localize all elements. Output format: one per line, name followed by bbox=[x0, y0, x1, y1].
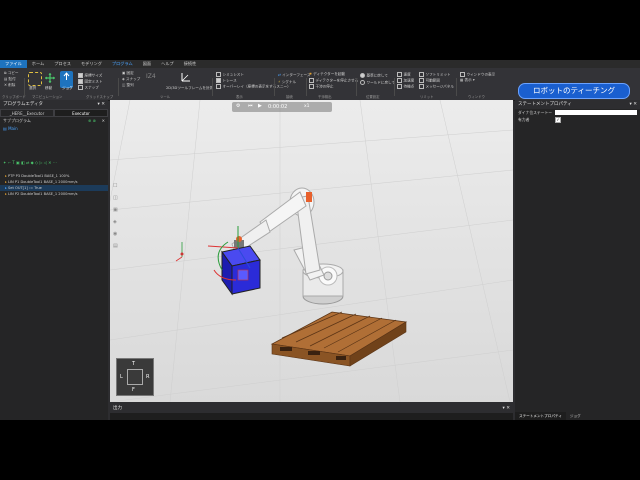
toolbar-icons[interactable]: ✦ ⌐ T ▣ ◧ ⇄ ◆ ◇ ▷ ◁ ✕ ⋯ bbox=[3, 160, 57, 165]
check-accel[interactable]: 加速度 bbox=[397, 78, 414, 84]
display-dropdown[interactable]: ▦ 表示 ▾ bbox=[460, 78, 475, 83]
statement-properties-panel: ステートメントプロパティ ▾ ✕ ダイナ位ステートー 有力者 ✓ ステートメント… bbox=[515, 100, 640, 420]
group-limits: リミット bbox=[420, 95, 434, 99]
group-position: 位置設定 bbox=[366, 95, 380, 99]
ribbon: ⧉ コピー ▤ 貼付 ✕ 削除 クリップボード 選択 移動 ジョグ 座標サイズ … bbox=[0, 68, 640, 101]
menu-help[interactable]: ヘルプ bbox=[156, 60, 179, 68]
right-bottom-tabs: ステートメントプロパティ ジョグ bbox=[515, 412, 585, 420]
playback-time: 0:00:02 bbox=[268, 104, 288, 110]
statement-toolbar: ✦ ⌐ T ▣ ◧ ⇄ ◆ ◇ ▷ ◁ ✕ ⋯ bbox=[0, 159, 108, 167]
group-display: 表示 bbox=[236, 95, 243, 99]
menu-process[interactable]: プロセス bbox=[49, 60, 76, 68]
group-collision: 干渉検出 bbox=[318, 95, 332, 99]
menu-drawing[interactable]: 図面 bbox=[138, 60, 156, 68]
tab-here-executor[interactable]: _HERE__Executor bbox=[0, 109, 54, 117]
menu-connectivity[interactable]: 接続性 bbox=[179, 60, 202, 68]
menu-file[interactable]: ファイル bbox=[0, 60, 27, 68]
rewind-icon[interactable]: ⏮ bbox=[248, 103, 253, 109]
executor-tabs: _HERE__Executor Executor bbox=[0, 109, 108, 117]
playback-speed[interactable]: x1 bbox=[304, 104, 310, 109]
radio-base[interactable]: 基準に戻して bbox=[360, 73, 388, 79]
copy-button[interactable]: ⧉ コピー bbox=[4, 71, 19, 76]
group-gridsnap: グリッドスナップ bbox=[86, 95, 114, 99]
panel-pin-close-icon[interactable]: ▾ ✕ bbox=[98, 100, 105, 109]
delete-button[interactable]: ✕ 削除 bbox=[4, 83, 15, 88]
check-range[interactable]: 可動範囲 bbox=[419, 78, 440, 84]
statement-properties-title: ステートメントプロパティ ▾ ✕ bbox=[515, 100, 640, 109]
group-tools: ツール bbox=[160, 95, 171, 99]
subprogram-bar: サブプログラム ⊕ ⊗ ✕ bbox=[3, 117, 105, 125]
detector-start-button[interactable]: ✸ ディテクターを起動 bbox=[309, 72, 345, 77]
frame-measure-label: 2D/3Dツールフレームを計測 bbox=[166, 86, 214, 90]
subprogram-close-icon[interactable]: ✕ bbox=[102, 117, 105, 125]
application-window: ファイル ホーム プロセス モデリング プログラム 図面 ヘルプ 接続性 ⧉ コ… bbox=[0, 60, 640, 420]
check-detector-stop[interactable]: ディテクターを停止させる bbox=[309, 78, 358, 84]
select-icon[interactable] bbox=[28, 72, 42, 86]
routine-icon: ▤ bbox=[3, 126, 7, 131]
tools-label: IZ4 bbox=[146, 73, 156, 80]
check-softlimit[interactable]: ソフトリミット bbox=[419, 72, 451, 78]
check-coordsize[interactable]: 座標サイズ bbox=[78, 73, 102, 79]
select-label: 選択 bbox=[29, 86, 37, 90]
play-icon[interactable]: ▶ bbox=[258, 103, 262, 109]
check-fixed[interactable]: 固定ミスト bbox=[78, 79, 102, 85]
menu-bar: ファイル ホーム プロセス モデリング プログラム 図面 ヘルプ 接続性 bbox=[0, 60, 640, 68]
check-window-show[interactable]: ウィンドウの表示 bbox=[460, 72, 495, 78]
prop-enabled-checkbox[interactable]: ✓ bbox=[555, 117, 561, 123]
prop-enabled-row: 有力者 ✓ bbox=[518, 117, 561, 123]
move-label: 移動 bbox=[45, 86, 53, 90]
prop-name-row: ダイナ位ステートー bbox=[515, 109, 640, 116]
properties-pin-close-icon[interactable]: ▾ ✕ bbox=[630, 100, 637, 109]
3d-viewport[interactable]: ⚙ ⏮ ▶ 0:00:02 x1 ☐ ◫ ▣ ◈ ◉ ▤ T L R F bbox=[110, 100, 513, 402]
radio-world[interactable]: ワールドに戻して bbox=[360, 80, 395, 86]
menu-program[interactable]: プログラム bbox=[107, 60, 138, 68]
scene-canvas bbox=[110, 100, 513, 402]
check-snap[interactable]: スナップ bbox=[78, 85, 99, 91]
group-connect: 接続 bbox=[286, 95, 293, 99]
add-subprogram-icon[interactable]: ⊕ ⊗ bbox=[88, 117, 96, 125]
output-title: 出力 ▾ ✕ bbox=[110, 404, 513, 413]
align-button[interactable]: ◫ 整列 bbox=[122, 83, 134, 88]
main-routine[interactable]: ▤ Main bbox=[0, 125, 108, 133]
group-window: ウィンドウ bbox=[468, 95, 485, 99]
statement-row[interactable]: ▸ LIN P2 DoubleTool1 BASE_1 2000mm/s bbox=[0, 191, 108, 197]
program-editor-title: プログラムエディタ ▾ ✕ bbox=[0, 100, 108, 109]
check-simulest[interactable]: シミュレスト bbox=[216, 72, 244, 78]
check-trace[interactable]: トレース bbox=[216, 78, 237, 84]
viewport-tool-strip: ☐ ◫ ▣ ◈ ◉ ▤ bbox=[113, 180, 119, 280]
navigation-cube[interactable]: T L R F bbox=[116, 358, 154, 396]
signal-button[interactable]: ⚡ シグナル bbox=[278, 80, 296, 85]
snap-button[interactable]: ◈ スナップ bbox=[122, 77, 140, 82]
snap-fix-button[interactable]: ▣ 固定 bbox=[122, 71, 134, 76]
tab-jog[interactable]: ジョグ bbox=[566, 412, 585, 420]
tab-statement-properties[interactable]: ステートメントプロパティ bbox=[515, 412, 566, 420]
output-panel: 出力 ▾ ✕ bbox=[110, 404, 513, 420]
jog-label: ジョグ bbox=[62, 86, 73, 90]
paste-button[interactable]: ▤ 貼付 bbox=[4, 77, 16, 82]
check-message[interactable]: メッセージパネル bbox=[419, 84, 454, 90]
settings-icon[interactable]: ⚙ bbox=[236, 103, 240, 109]
prop-name-input[interactable] bbox=[555, 110, 637, 115]
tab-executor[interactable]: Executor bbox=[54, 109, 108, 117]
frame-measure-icon[interactable] bbox=[180, 71, 192, 83]
group-clipboard: クリップボード bbox=[2, 95, 26, 99]
check-wait[interactable]: 待機点 bbox=[397, 84, 414, 90]
menu-modeling[interactable]: モデリング bbox=[76, 60, 107, 68]
check-collision-stop[interactable]: 干渉の停止 bbox=[309, 84, 333, 90]
group-manipulation: マニピュレーション bbox=[32, 95, 63, 99]
viewport-tool-icons[interactable]: ☐ ◫ ▣ ◈ ◉ ▤ bbox=[113, 180, 119, 252]
program-editor-panel: プログラムエディタ ▾ ✕ _HERE__Executor Executor サ… bbox=[0, 100, 108, 420]
robot-teaching-button[interactable]: ロボットのティーチング bbox=[518, 83, 630, 99]
playback-bar: ⚙ ⏮ ▶ 0:00:02 x1 bbox=[232, 102, 332, 112]
menu-home[interactable]: ホーム bbox=[27, 60, 49, 68]
check-speed[interactable]: 速度 bbox=[397, 72, 411, 78]
move-icon[interactable] bbox=[44, 72, 56, 84]
output-pin-close-icon[interactable]: ▾ ✕ bbox=[503, 404, 510, 413]
